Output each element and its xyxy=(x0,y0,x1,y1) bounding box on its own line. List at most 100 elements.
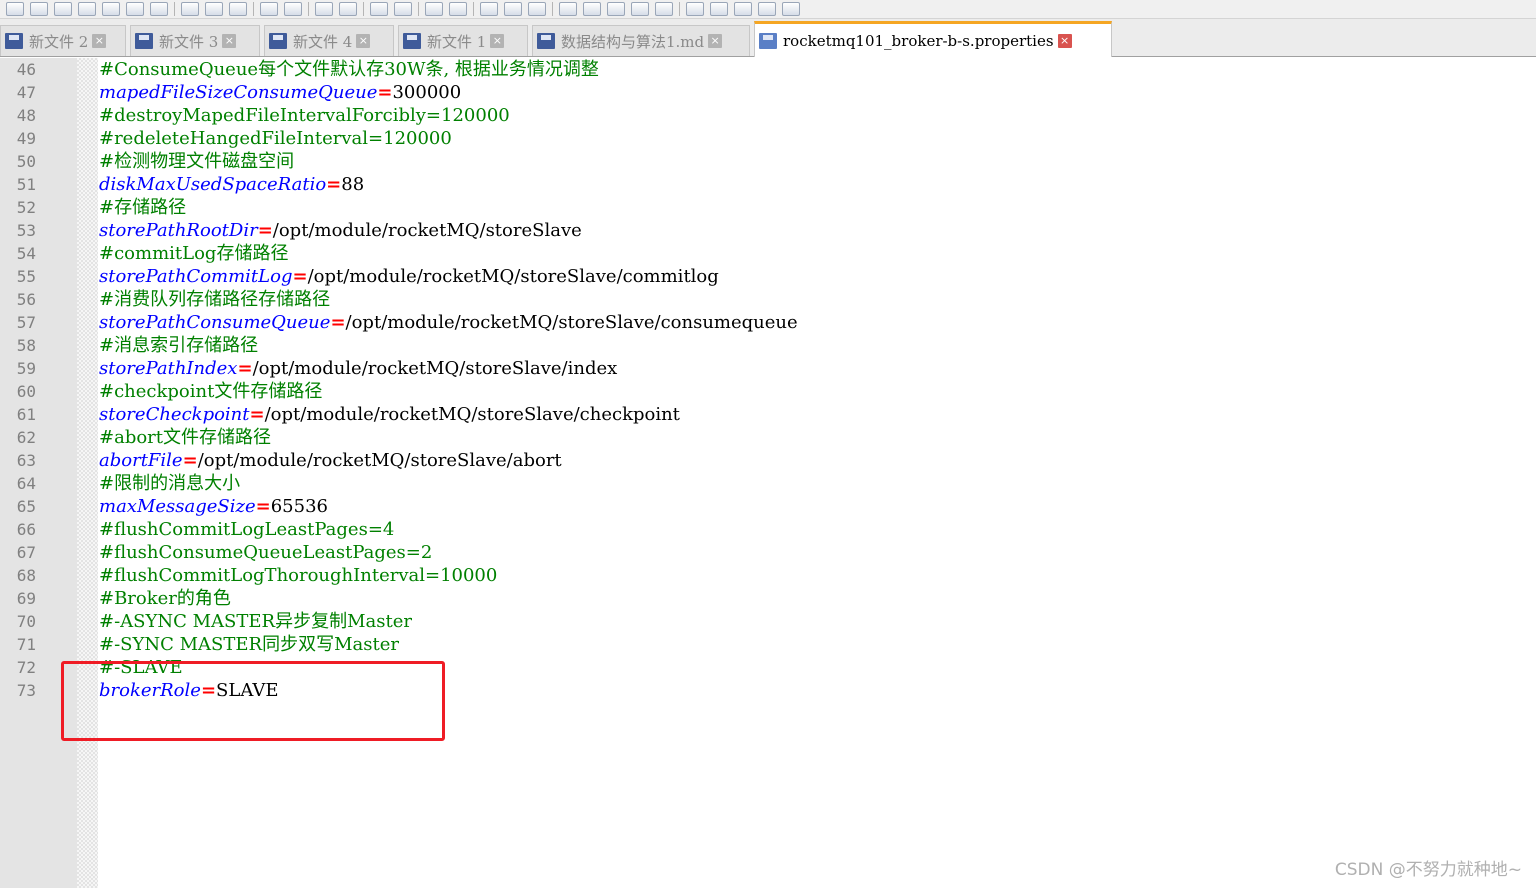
property-key: mapedFileSizeConsumeQueue xyxy=(99,82,378,103)
line-number: 48 xyxy=(16,106,36,125)
code-line: 61 storeCheckpoint=/opt/module/rocketMQ/s… xyxy=(0,403,1536,426)
tab-close-icon[interactable]: × xyxy=(490,34,505,48)
paste-icon[interactable] xyxy=(229,2,247,16)
assignment-operator: = xyxy=(257,220,273,241)
property-value: /opt/module/rocketMQ/storeSlave/consumeq… xyxy=(345,312,798,333)
cut-icon[interactable] xyxy=(181,2,199,16)
tab-4[interactable]: 新文件 1 × xyxy=(398,25,528,56)
comment-text: #检测物理文件磁盘空间 xyxy=(99,151,295,172)
tab-close-icon[interactable]: × xyxy=(356,34,371,48)
toolbar-separator xyxy=(308,2,309,16)
tab-2[interactable]: 新文件 3 × xyxy=(130,25,260,56)
record-macro-icon[interactable] xyxy=(686,2,704,16)
watermark: CSDN @不努力就种地~ xyxy=(1334,860,1522,880)
play-macro-icon[interactable] xyxy=(734,2,752,16)
assignment-operator: = xyxy=(249,404,265,425)
comment-text: #flushCommitLogThoroughInterval=10000 xyxy=(99,565,498,586)
print-icon[interactable] xyxy=(150,2,168,16)
tab-label: 新文件 3 xyxy=(159,32,219,51)
line-number: 62 xyxy=(16,428,36,447)
line-number: 47 xyxy=(16,83,36,102)
property-value: 88 xyxy=(341,174,365,195)
save-macro-icon[interactable] xyxy=(782,2,800,16)
property-value: /opt/module/rocketMQ/storeSlave xyxy=(272,220,582,241)
save-status-icon xyxy=(135,33,153,49)
line-number: 65 xyxy=(16,497,36,516)
code-text: storePathCommitLog=/opt/module/rocketMQ/… xyxy=(99,265,719,288)
code-text: mapedFileSizeConsumeQueue=300000 xyxy=(99,81,461,104)
code-line: 46 #ConsumeQueue每个文件默认存30W条, 根据业务情况调整 xyxy=(0,58,1536,81)
line-number: 72 xyxy=(16,658,36,677)
toolbar-separator xyxy=(363,2,364,16)
code-line: 63 abortFile=/opt/module/rocketMQ/storeSl… xyxy=(0,449,1536,472)
doc-map-icon[interactable] xyxy=(583,2,601,16)
tab-3[interactable]: 新文件 4 × xyxy=(264,25,394,56)
code-text: diskMaxUsedSpaceRatio=88 xyxy=(99,173,364,196)
redo-icon[interactable] xyxy=(284,2,302,16)
line-number: 59 xyxy=(16,359,36,378)
red-highlight-box xyxy=(61,661,445,741)
line-number: 66 xyxy=(16,520,36,539)
property-key: storePathConsumeQueue xyxy=(99,312,331,333)
copy-icon[interactable] xyxy=(205,2,223,16)
comment-text: #checkpoint文件存储路径 xyxy=(99,381,323,402)
tab-label: 新文件 1 xyxy=(427,32,487,51)
assignment-operator: = xyxy=(255,496,271,517)
save-status-icon xyxy=(759,32,777,49)
code-line: 52 #存储路径 xyxy=(0,196,1536,219)
run-macro-icon[interactable] xyxy=(758,2,776,16)
code-text: #消息索引存储路径 xyxy=(99,334,258,357)
function-list-icon[interactable] xyxy=(607,2,625,16)
word-wrap-icon[interactable] xyxy=(480,2,498,16)
stop-macro-icon[interactable] xyxy=(710,2,728,16)
code-text: abortFile=/opt/module/rocketMQ/storeSlav… xyxy=(99,449,562,472)
sync-horizontal-icon[interactable] xyxy=(449,2,467,16)
code-text: storePathIndex=/opt/module/rocketMQ/stor… xyxy=(99,357,617,380)
code-text: #-SYNC MASTER同步双写Master xyxy=(99,633,399,656)
property-value: 65536 xyxy=(270,496,328,517)
tab-1[interactable]: 新文件 2 × xyxy=(0,25,126,56)
code-text: storePathConsumeQueue=/opt/module/rocket… xyxy=(99,311,798,334)
show-all-chars-icon[interactable] xyxy=(504,2,522,16)
property-value: /opt/module/rocketMQ/storeSlave/commitlo… xyxy=(307,266,719,287)
tab-close-icon[interactable]: × xyxy=(708,34,723,48)
zoom-in-icon[interactable] xyxy=(370,2,388,16)
new-file-icon[interactable] xyxy=(6,2,24,16)
monitor-icon[interactable] xyxy=(655,2,673,16)
tab-6[interactable]: rocketmq101_broker-b-s.properties × xyxy=(754,21,1112,57)
line-number: 52 xyxy=(16,198,36,217)
folder-workspace-icon[interactable] xyxy=(631,2,649,16)
undo-icon[interactable] xyxy=(260,2,278,16)
property-key: diskMaxUsedSpaceRatio xyxy=(99,174,327,195)
zoom-out-icon[interactable] xyxy=(394,2,412,16)
comment-text: #-ASYNC MASTER异步复制Master xyxy=(99,611,412,632)
open-file-icon[interactable] xyxy=(30,2,48,16)
assignment-operator: = xyxy=(292,266,308,287)
editor-text-area[interactable]: 46 #ConsumeQueue每个文件默认存30W条, 根据业务情况调整 47 ma… xyxy=(0,58,1536,702)
tab-close-icon[interactable]: × xyxy=(92,34,107,48)
property-key: maxMessageSize xyxy=(99,496,256,517)
save-icon[interactable] xyxy=(54,2,72,16)
code-line: 68 #flushCommitLogThoroughInterval=10000 xyxy=(0,564,1536,587)
code-text: #ConsumeQueue每个文件默认存30W条, 根据业务情况调整 xyxy=(99,58,599,81)
property-key: abortFile xyxy=(99,450,183,471)
tab-close-icon[interactable]: × xyxy=(1057,33,1072,48)
replace-icon[interactable] xyxy=(339,2,357,16)
close-icon[interactable] xyxy=(102,2,120,16)
code-text: #flushConsumeQueueLeastPages=2 xyxy=(99,541,432,564)
indent-guide-icon[interactable] xyxy=(528,2,546,16)
save-all-icon[interactable] xyxy=(78,2,96,16)
code-text: #检测物理文件磁盘空间 xyxy=(99,150,294,173)
code-line: 54 #commitLog存储路径 xyxy=(0,242,1536,265)
find-icon[interactable] xyxy=(315,2,333,16)
user-lang-icon[interactable] xyxy=(559,2,577,16)
save-status-icon xyxy=(5,33,23,49)
sync-vertical-icon[interactable] xyxy=(425,2,443,16)
tab-5[interactable]: 数据结构与算法1.md × xyxy=(532,25,750,56)
code-line: 59 storePathIndex=/opt/module/rocketMQ/st… xyxy=(0,357,1536,380)
tab-label: rocketmq101_broker-b-s.properties xyxy=(783,31,1054,50)
close-all-icon[interactable] xyxy=(126,2,144,16)
line-number: 54 xyxy=(16,244,36,263)
code-line: 66 #flushCommitLogLeastPages=4 xyxy=(0,518,1536,541)
tab-close-icon[interactable]: × xyxy=(222,34,237,48)
